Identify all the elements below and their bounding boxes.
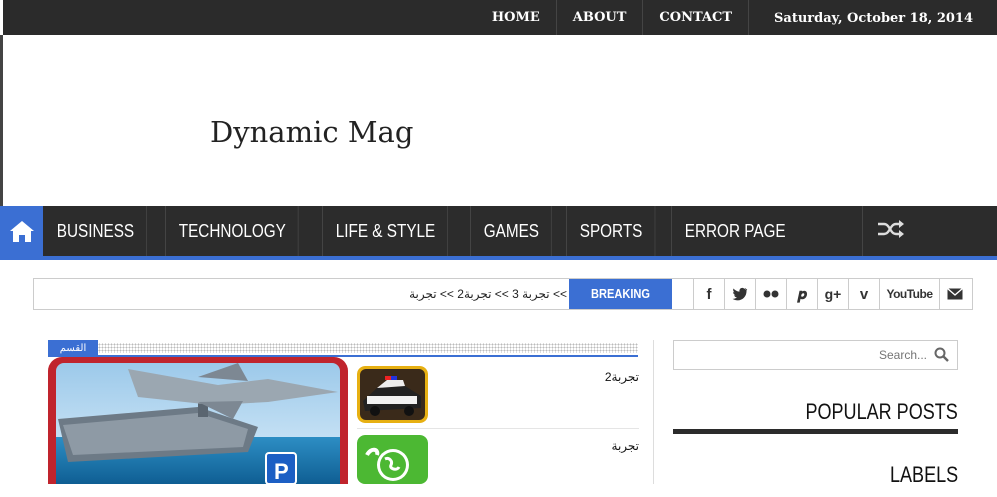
labels-heading: LABELS — [889, 462, 958, 487]
nav-item-sports[interactable]: SPORTS — [567, 206, 656, 256]
post-thumbnail[interactable] — [357, 435, 428, 484]
vimeo-icon[interactable]: v — [848, 279, 879, 309]
top-nav-home[interactable]: HOME — [476, 0, 556, 35]
top-bar: HOME ABOUT CONTACT Saturday, October 18,… — [0, 0, 997, 35]
list-item[interactable]: تجربة — [357, 435, 639, 497]
nav-item-error-page[interactable]: ERROR PAGE — [672, 206, 798, 256]
nav-item-technology[interactable]: TECHNOLOGY — [166, 206, 299, 256]
nav-item-games[interactable]: GAMES — [471, 206, 552, 256]
divider — [357, 428, 639, 429]
top-nav: HOME ABOUT CONTACT Saturday, October 18,… — [476, 0, 997, 35]
main-nav: BUSINESS TECHNOLOGY LIFE & STYLE GAMES S… — [0, 206, 997, 260]
facebook-icon[interactable]: f — [693, 279, 724, 309]
svg-text:P: P — [274, 459, 289, 484]
featured-post-image[interactable]: P — [48, 357, 348, 484]
top-nav-about[interactable]: ABOUT — [555, 0, 643, 35]
search-box — [673, 340, 958, 370]
news-ticker[interactable]: >> تجربة 3 >> تجربة2 >> تجربة — [409, 279, 567, 309]
twitter-icon[interactable] — [724, 279, 755, 309]
post-title[interactable]: تجربة2 — [605, 370, 639, 384]
flickr-icon[interactable] — [755, 279, 786, 309]
post-thumbnail[interactable] — [357, 366, 428, 423]
popular-posts-heading: POPULAR POSTS — [805, 399, 958, 424]
current-date: Saturday, October 18, 2014 — [748, 0, 997, 35]
social-links: f 𝒑 g+ v YouTube — [693, 279, 970, 309]
list-item[interactable]: تجربة2 — [357, 366, 639, 429]
breaking-news-bar: >> تجربة 3 >> تجربة2 >> تجربة BREAKING N… — [33, 278, 973, 331]
nav-item-life-style[interactable]: LIFE & STYLE — [323, 206, 449, 256]
section-header: القسم — [48, 340, 638, 357]
breaking-news-label: BREAKING NEWS — [569, 279, 672, 331]
top-nav-contact[interactable]: CONTACT — [642, 0, 748, 35]
random-post-button[interactable] — [862, 206, 918, 256]
googleplus-icon[interactable]: g+ — [817, 279, 848, 309]
home-button[interactable] — [0, 206, 43, 260]
search-input[interactable] — [678, 344, 929, 366]
search-icon[interactable] — [934, 347, 949, 367]
email-icon[interactable] — [939, 279, 970, 309]
site-title[interactable]: Dynamic Mag — [210, 115, 413, 149]
shuffle-icon — [876, 219, 906, 244]
divider — [653, 340, 654, 484]
youtube-icon[interactable]: YouTube — [879, 279, 939, 309]
section-header-pattern — [98, 343, 638, 353]
post-title[interactable]: تجربة — [612, 439, 639, 453]
divider — [0, 35, 3, 206]
divider — [0, 0, 3, 35]
pinterest-icon[interactable]: 𝒑 — [786, 279, 817, 309]
divider — [673, 429, 958, 434]
section-tag[interactable]: القسم — [48, 340, 98, 357]
home-icon — [9, 219, 35, 248]
nav-item-business[interactable]: BUSINESS — [44, 206, 147, 256]
accent-line — [0, 256, 997, 260]
